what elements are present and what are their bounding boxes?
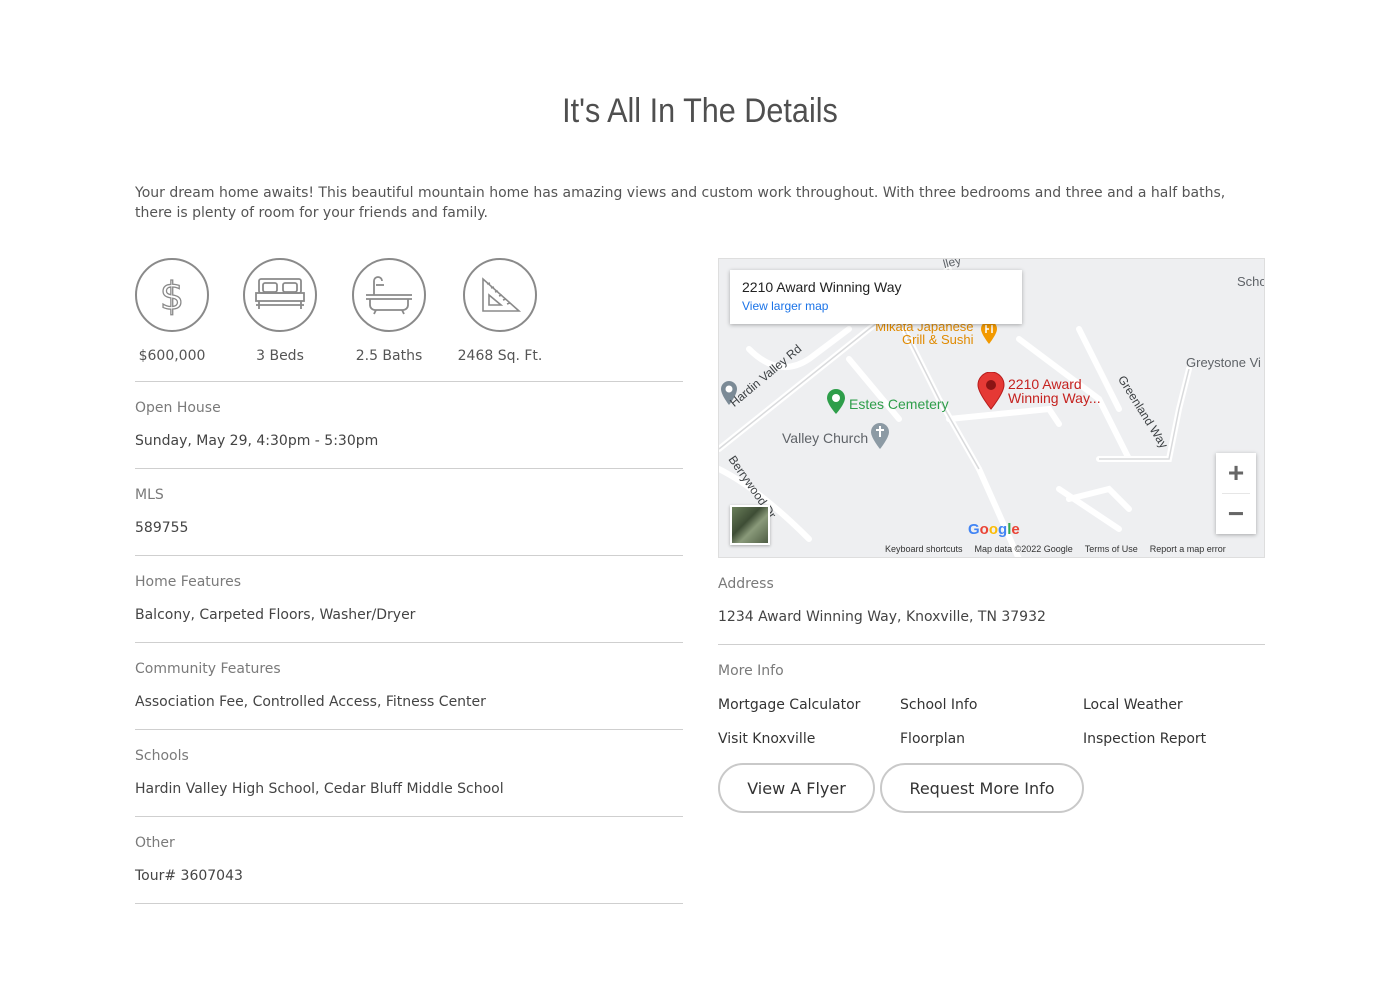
stat-beds: 3 Beds xyxy=(243,258,317,381)
stat-sqft: 2468 Sq. Ft. xyxy=(458,258,542,381)
more-info-links: Mortgage Calculator School Info Local We… xyxy=(718,697,1265,747)
stat-baths-label: 2.5 Baths xyxy=(355,348,423,364)
detail-community-features: Community Features Association Fee, Cont… xyxy=(135,643,683,730)
cemetery-marker-icon xyxy=(827,389,845,414)
detail-key: Other xyxy=(135,835,175,851)
dollar-icon: $ xyxy=(135,258,209,332)
detail-value: Tour# 3607043 xyxy=(135,868,243,884)
satellite-toggle-button[interactable] xyxy=(730,505,770,545)
google-logo: Google xyxy=(968,521,1020,538)
keyboard-shortcuts-link[interactable]: Keyboard shortcuts xyxy=(885,544,963,554)
terms-of-use-link[interactable]: Terms of Use xyxy=(1085,544,1138,554)
floorplan-link[interactable]: Floorplan xyxy=(900,731,1083,747)
detail-address: Address 1234 Award Winning Way, Knoxvill… xyxy=(718,558,1265,645)
local-weather-link[interactable]: Local Weather xyxy=(1083,697,1265,713)
detail-key: Schools xyxy=(135,748,189,764)
map-label-cemetery: Estes Cemetery xyxy=(849,396,949,412)
page-title: It's All In The Details xyxy=(562,92,838,130)
stat-price: $ $600,000 xyxy=(135,258,209,381)
detail-open-house: Open House Sunday, May 29, 4:30pm - 5:30… xyxy=(135,382,683,469)
inspection-report-link[interactable]: Inspection Report xyxy=(1083,731,1265,747)
map-data-text: Map data ©2022 Google xyxy=(974,544,1073,554)
detail-key: Home Features xyxy=(135,574,241,590)
map-info-card: 2210 Award Winning Way View larger map xyxy=(730,270,1022,324)
map-label-church: Valley Church xyxy=(782,430,869,446)
svg-text:$: $ xyxy=(160,274,184,317)
stat-beds-label: 3 Beds xyxy=(256,348,304,364)
detail-other: Other Tour# 3607043 xyxy=(135,817,683,904)
bed-icon xyxy=(243,258,317,332)
location-pin-icon xyxy=(977,372,1005,410)
map-card-address: 2210 Award Winning Way xyxy=(742,279,902,295)
detail-home-features: Home Features Balcony, Carpeted Floors, … xyxy=(135,556,683,643)
action-buttons: View A Flyer Request More Info xyxy=(718,763,1265,813)
detail-key: Address xyxy=(718,576,774,592)
zoom-in-button[interactable]: + xyxy=(1216,453,1256,493)
map-zoom-controls: + − xyxy=(1216,453,1256,534)
stats-row: $ $600,000 3 Beds 2.5 Baths 2468 Sq. Ft. xyxy=(135,258,683,382)
view-larger-map-link[interactable]: View larger map xyxy=(742,299,1010,313)
details-column: $ $600,000 3 Beds 2.5 Baths 2468 Sq. Ft.… xyxy=(135,258,683,904)
map-label-greystone: Greystone Vi xyxy=(1186,355,1261,370)
detail-value: Association Fee, Controlled Access, Fitn… xyxy=(135,694,486,710)
school-info-link[interactable]: School Info xyxy=(900,697,1083,713)
detail-value: Hardin Valley High School, Cedar Bluff M… xyxy=(135,781,504,797)
report-map-error-link[interactable]: Report a map error xyxy=(1150,544,1226,554)
stat-price-label: $600,000 xyxy=(138,348,206,364)
bathtub-icon xyxy=(352,258,426,332)
detail-value: Balcony, Carpeted Floors, Washer/Dryer xyxy=(135,607,416,623)
embedded-map[interactable]: lley Scho Greystone Vi Mikata Japanese G… xyxy=(718,258,1265,558)
intro-text: Your dream home awaits! This beautiful m… xyxy=(135,185,1226,221)
detail-schools: Schools Hardin Valley High School, Cedar… xyxy=(135,730,683,817)
map-label-school: Scho xyxy=(1237,274,1265,289)
detail-value: Sunday, May 29, 4:30pm - 5:30pm xyxy=(135,433,379,449)
map-column: lley Scho Greystone Vi Mikata Japanese G… xyxy=(718,258,1265,813)
detail-value: 1234 Award Winning Way, Knoxville, TN 37… xyxy=(718,609,1046,625)
map-attribution: Keyboard shortcuts Map data ©2022 Google… xyxy=(885,544,1226,554)
visit-knoxville-link[interactable]: Visit Knoxville xyxy=(718,731,900,747)
stat-baths: 2.5 Baths xyxy=(352,258,426,381)
detail-key: MLS xyxy=(135,487,164,503)
restaurant-marker-icon xyxy=(981,321,997,344)
view-flyer-button[interactable]: View A Flyer xyxy=(718,763,875,813)
zoom-out-button[interactable]: − xyxy=(1216,494,1256,534)
detail-key: Open House xyxy=(135,400,221,416)
request-more-info-button[interactable]: Request More Info xyxy=(880,763,1084,813)
detail-mls: MLS 589755 xyxy=(135,469,683,556)
detail-value: 589755 xyxy=(135,520,189,536)
more-info-section: More Info Mortgage Calculator School Inf… xyxy=(718,645,1265,813)
stat-sqft-label: 2468 Sq. Ft. xyxy=(457,348,543,364)
detail-key: Community Features xyxy=(135,661,281,677)
more-info-heading: More Info xyxy=(718,663,784,679)
ruler-triangle-icon xyxy=(463,258,537,332)
mortgage-calculator-link[interactable]: Mortgage Calculator xyxy=(718,697,900,713)
map-label-pin: 2210 Award Winning Way... xyxy=(1008,376,1101,406)
church-marker-icon xyxy=(871,423,889,449)
